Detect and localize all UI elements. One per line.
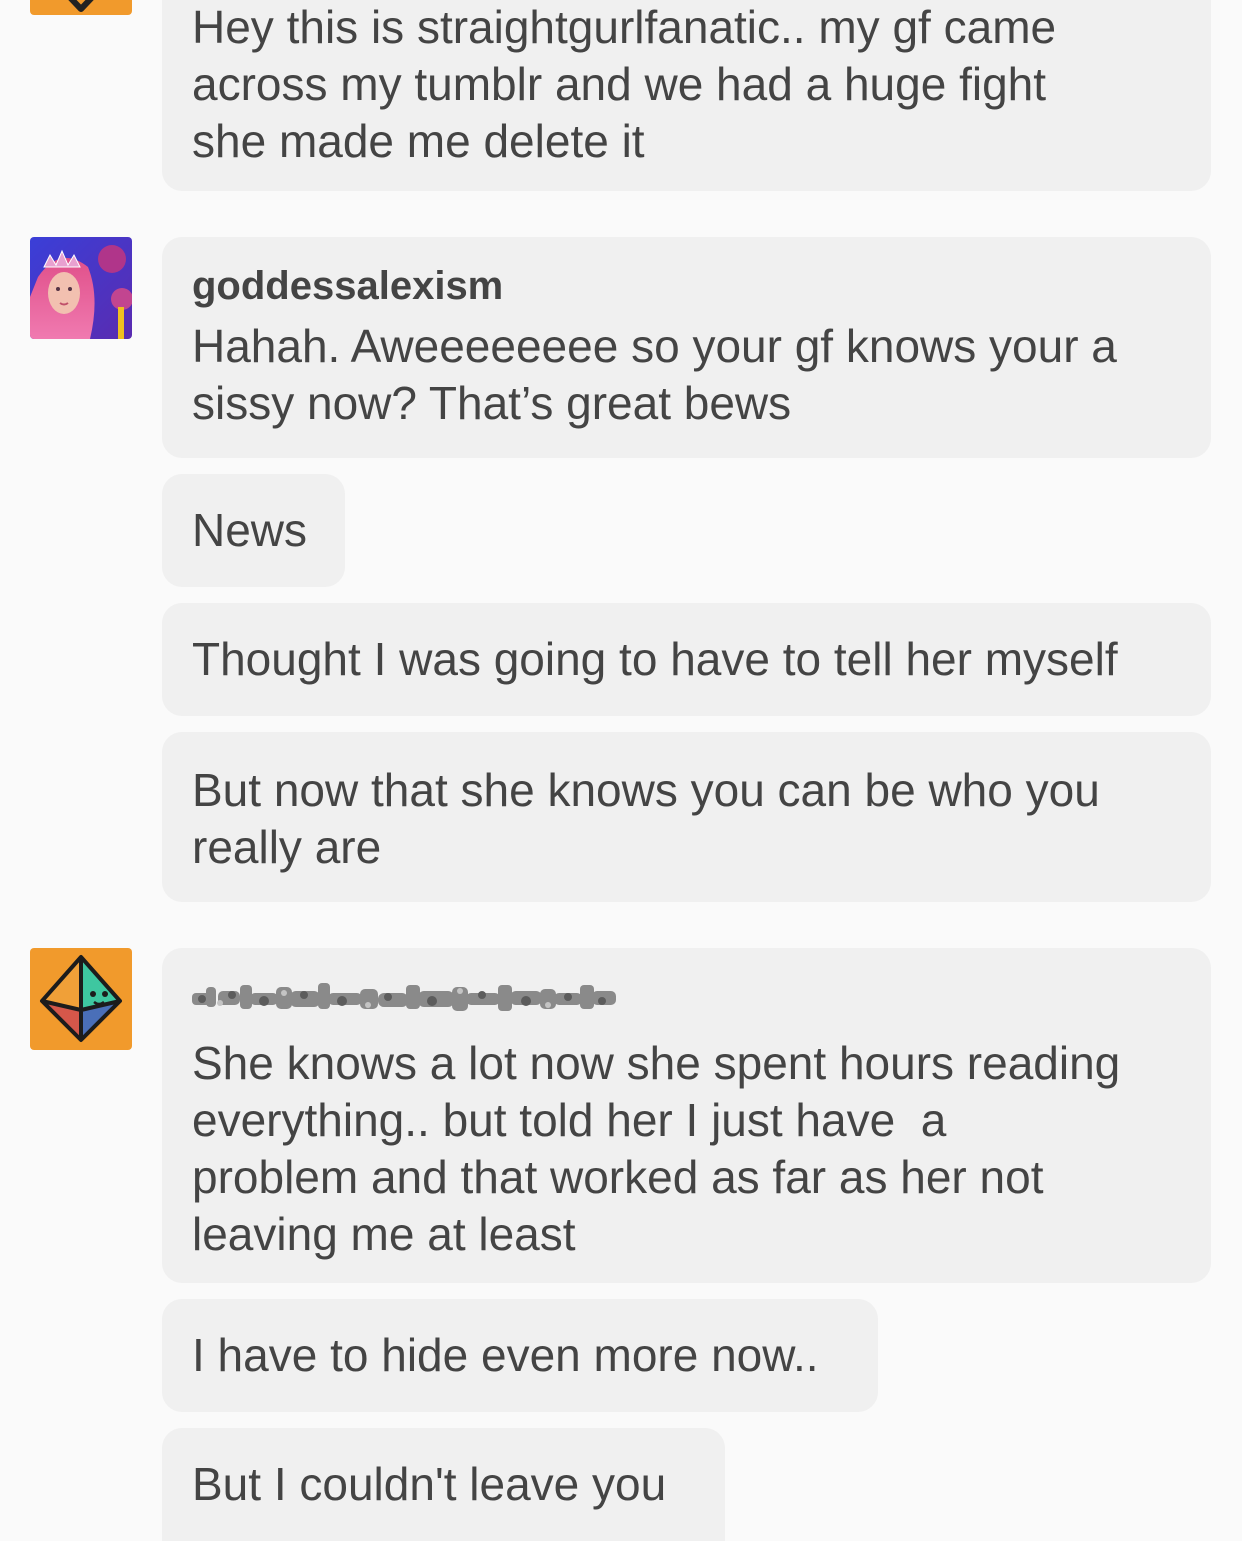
message-text: I have to hide even more now.. bbox=[192, 1329, 819, 1381]
sender-username[interactable]: goddessalexism bbox=[192, 261, 1181, 311]
redacted-username bbox=[192, 978, 1181, 1018]
message-text: News bbox=[192, 504, 308, 556]
message-bubble: Hey this is straightgurlfanatic.. my gf … bbox=[162, 0, 1211, 191]
message-text: But now that she knows you can be who yo… bbox=[192, 764, 1100, 873]
message-bubble: But I couldn't leave you bbox=[162, 1428, 725, 1541]
message-bubble: Thought I was going to have to tell her … bbox=[162, 603, 1211, 716]
message-text: Thought I was going to have to tell her … bbox=[192, 633, 1118, 685]
message-text: She knows a lot now she spent hours read… bbox=[192, 1037, 1121, 1260]
message-bubble: goddessalexism Hahah. Aweeeeeeee so your… bbox=[162, 237, 1211, 458]
message-text: Hey this is straightgurlfanatic.. my gf … bbox=[192, 1, 1057, 167]
message-bubble: News bbox=[162, 474, 345, 587]
avatar-top-icon[interactable] bbox=[30, 0, 132, 15]
message-bubble: But now that she knows you can be who yo… bbox=[162, 732, 1211, 902]
avatar-goddessalexism[interactable] bbox=[30, 237, 132, 339]
message-bubble: I have to hide even more now.. bbox=[162, 1299, 878, 1412]
message-text: But I couldn't leave you bbox=[192, 1458, 667, 1510]
avatar-octahedron-icon[interactable] bbox=[30, 948, 132, 1050]
message-bubble: She knows a lot now she spent hours read… bbox=[162, 948, 1211, 1283]
message-text: Hahah. Aweeeeeeee so your gf knows your … bbox=[192, 320, 1117, 429]
